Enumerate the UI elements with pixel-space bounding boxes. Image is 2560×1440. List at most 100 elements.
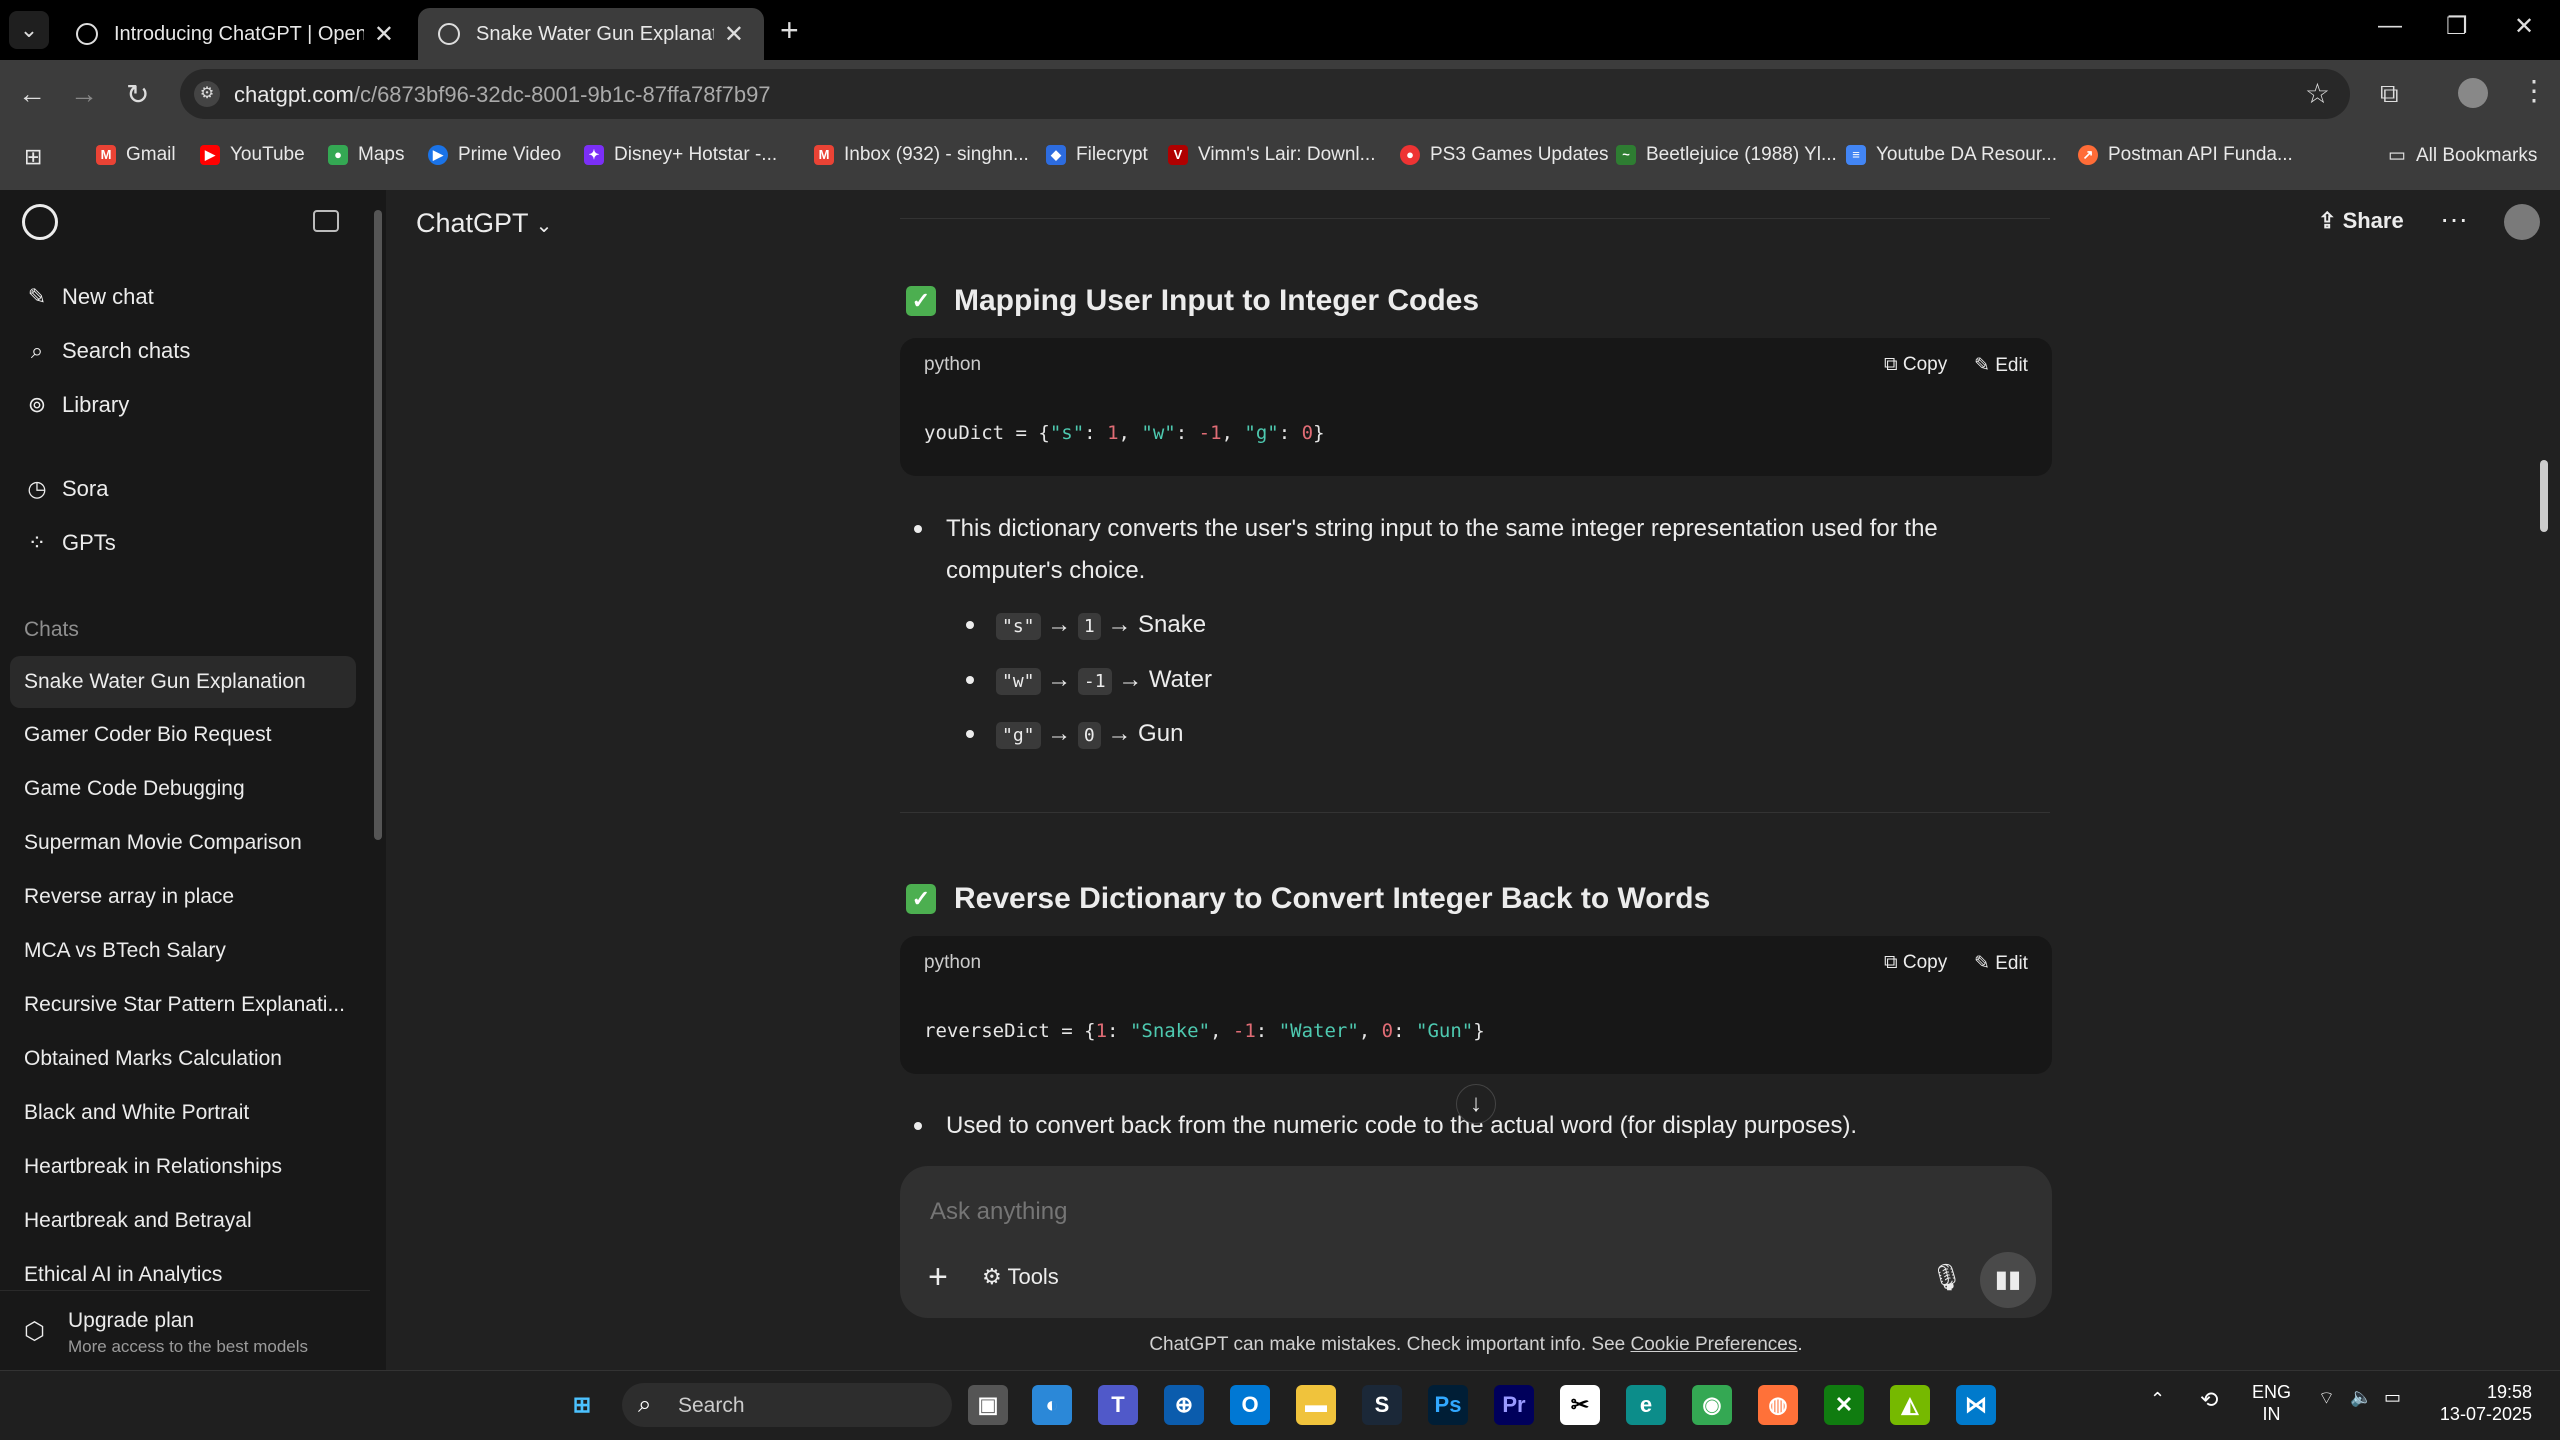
- bookmark-inbox[interactable]: M Inbox (932) - singhn...: [814, 144, 1029, 166]
- task-view-icon[interactable]: ▣: [968, 1385, 1008, 1425]
- bookmark-postman[interactable]: ↗ Postman API Funda...: [2078, 144, 2293, 166]
- tools-button[interactable]: ⚙ Tools: [982, 1264, 1059, 1290]
- main-scroll-thumb[interactable]: [2540, 460, 2548, 532]
- site-info-icon[interactable]: ⚙: [194, 81, 220, 107]
- url-text[interactable]: chatgpt.com/c/6873bf96-32dc-8001-9b1c-87…: [234, 82, 771, 108]
- cookie-preferences-link[interactable]: Cookie Preferences: [1631, 1334, 1798, 1355]
- new-chat-button[interactable]: ✎ New chat: [24, 284, 154, 310]
- chat-item[interactable]: Reverse array in place: [24, 885, 344, 909]
- back-icon[interactable]: ←: [18, 78, 46, 110]
- microphone-icon[interactable]: 🎙: [1930, 1262, 1963, 1293]
- premiere-icon[interactable]: Pr: [1494, 1385, 1534, 1425]
- new-tab-icon[interactable]: +: [780, 12, 799, 49]
- share-button[interactable]: ⇪ Share: [2318, 208, 2404, 234]
- store-icon[interactable]: ⊕: [1164, 1385, 1204, 1425]
- address-bar[interactable]: ⚙ chatgpt.com/c/6873bf96-32dc-8001-9b1c-…: [180, 69, 2350, 119]
- more-options-icon[interactable]: ···: [2440, 203, 2468, 235]
- sidebar-scroll-thumb[interactable]: [374, 210, 382, 840]
- volume-icon[interactable]: 🔈: [2350, 1387, 2372, 1408]
- outlook-icon[interactable]: O: [1230, 1385, 1270, 1425]
- browser-tab-chatgpt[interactable]: Snake Water Gun Explanation ✕: [418, 8, 764, 60]
- chat-item[interactable]: Gamer Coder Bio Request: [24, 723, 344, 747]
- windows-start-icon[interactable]: ⊞: [562, 1385, 602, 1425]
- edit-button[interactable]: ✎ Edit: [1974, 354, 2028, 377]
- extensions-icon[interactable]: ⧉: [2380, 78, 2399, 110]
- copy-button[interactable]: ⧉ Copy: [1884, 354, 1947, 376]
- chat-item[interactable]: Heartbreak in Relationships: [24, 1155, 344, 1179]
- sidebar-scrollbar[interactable]: [370, 190, 386, 1370]
- tab-label: Snake Water Gun Explanation: [476, 22, 714, 45]
- apps-icon[interactable]: ⊞: [24, 144, 42, 170]
- browser-tab-openai[interactable]: Introducing ChatGPT | OpenAI ✕: [56, 8, 414, 60]
- minimize-icon[interactable]: —: [2378, 12, 2402, 40]
- bookmark-filecrypt[interactable]: ◆ Filecrypt: [1046, 144, 1148, 166]
- openai-logo-icon[interactable]: [22, 204, 58, 240]
- bookmark-youtube[interactable]: ▶ YouTube: [200, 144, 305, 166]
- copilot-icon[interactable]: ◐: [1032, 1385, 1072, 1425]
- bookmark-gmail[interactable]: M Gmail: [96, 144, 176, 166]
- chat-item[interactable]: Heartbreak and Betrayal: [24, 1209, 344, 1233]
- gpts-button[interactable]: ⁘ GPTs: [24, 530, 116, 556]
- chat-item[interactable]: Obtained Marks Calculation: [24, 1047, 344, 1071]
- bookmark-prime-video[interactable]: ▶ Prime Video: [428, 144, 561, 166]
- browser-profile-avatar[interactable]: [2458, 78, 2488, 108]
- tray-expand-icon[interactable]: ⌃: [2150, 1389, 2165, 1410]
- bookmark-beetlejuice[interactable]: ~ Beetlejuice (1988) Yl...: [1616, 144, 1837, 166]
- tab-search-button[interactable]: ⌄: [9, 11, 49, 49]
- edit-button[interactable]: ✎ Edit: [1974, 952, 2028, 975]
- capcut-icon[interactable]: ✂: [1560, 1385, 1600, 1425]
- add-attachment-icon[interactable]: +: [928, 1258, 948, 1297]
- share-icon: ⇪: [2318, 208, 2337, 233]
- sidebar-toggle-icon[interactable]: [313, 210, 339, 232]
- copy-button[interactable]: ⧉ Copy: [1884, 952, 1947, 974]
- bookmark-ps3-updates[interactable]: ● PS3 Games Updates: [1400, 144, 1608, 166]
- model-selector[interactable]: ChatGPT ⌄: [416, 208, 552, 239]
- chrome-icon[interactable]: ◉: [1692, 1385, 1732, 1425]
- bookmark-star-icon[interactable]: ☆: [2305, 77, 2330, 110]
- chat-item[interactable]: Recursive Star Pattern Explanati...: [24, 993, 344, 1017]
- browser-menu-icon[interactable]: ⋮: [2520, 74, 2548, 107]
- forward-icon[interactable]: →: [70, 78, 98, 110]
- nvidia-icon[interactable]: ◭: [1890, 1385, 1930, 1425]
- window-close-icon[interactable]: ✕: [2514, 12, 2534, 41]
- scroll-down-button[interactable]: ↓: [1456, 1084, 1496, 1124]
- xbox-icon[interactable]: ✕: [1824, 1385, 1864, 1425]
- voice-mode-icon[interactable]: ▮▮: [1980, 1252, 2036, 1308]
- wifi-icon[interactable]: ⌔: [2318, 1387, 2335, 1410]
- prompt-input[interactable]: [930, 1198, 1830, 1226]
- photoshop-icon[interactable]: Ps: [1428, 1385, 1468, 1425]
- taskbar-search-label: Search: [678, 1394, 745, 1417]
- clock[interactable]: 19:58 13-07-2025: [2432, 1381, 2532, 1425]
- bookmark-vimms-lair[interactable]: V Vimm's Lair: Downl...: [1168, 144, 1376, 166]
- vscode-icon[interactable]: ⋈: [1956, 1385, 1996, 1425]
- close-tab-icon[interactable]: ✕: [724, 20, 744, 49]
- account-avatar[interactable]: [2504, 204, 2540, 240]
- sync-icon[interactable]: ⟲: [2200, 1387, 2218, 1413]
- edge-icon[interactable]: e: [1626, 1385, 1666, 1425]
- file-explorer-icon[interactable]: ▬: [1296, 1385, 1336, 1425]
- search-chats-button[interactable]: ⌕ Search chats: [24, 338, 191, 364]
- chat-item[interactable]: MCA vs BTech Salary: [24, 939, 344, 963]
- chat-item[interactable]: Snake Water Gun Explanation: [10, 656, 356, 708]
- restore-icon[interactable]: ❐: [2446, 12, 2468, 41]
- library-button[interactable]: ⊚ Library: [24, 392, 129, 418]
- chat-item[interactable]: Black and White Portrait: [24, 1101, 344, 1125]
- sora-button[interactable]: ◷ Sora: [24, 476, 108, 502]
- reload-icon[interactable]: ↻: [126, 78, 149, 111]
- battery-icon[interactable]: ▭: [2384, 1387, 2401, 1408]
- firefox-icon[interactable]: ◍: [1758, 1385, 1798, 1425]
- upgrade-plan-button[interactable]: ⬡ Upgrade plan More access to the best m…: [0, 1290, 370, 1370]
- steam-icon[interactable]: S: [1362, 1385, 1402, 1425]
- gmail-icon: M: [814, 145, 834, 165]
- chat-item[interactable]: Ethical AI in Analytics: [24, 1263, 344, 1283]
- language-indicator[interactable]: ENG IN: [2252, 1381, 2291, 1425]
- bookmark-youtube-da[interactable]: ≡ Youtube DA Resour...: [1846, 144, 2057, 166]
- all-bookmarks[interactable]: ▭ All Bookmarks: [2388, 144, 2537, 167]
- taskbar-search[interactable]: ⌕ Search: [622, 1383, 952, 1427]
- close-tab-icon[interactable]: ✕: [374, 20, 394, 49]
- teams-icon[interactable]: T: [1098, 1385, 1138, 1425]
- bookmark-hotstar[interactable]: ✦ Disney+ Hotstar -...: [584, 144, 777, 166]
- chat-item[interactable]: Superman Movie Comparison: [24, 831, 344, 855]
- bookmark-maps[interactable]: ● Maps: [328, 144, 404, 166]
- chat-item[interactable]: Game Code Debugging: [24, 777, 344, 801]
